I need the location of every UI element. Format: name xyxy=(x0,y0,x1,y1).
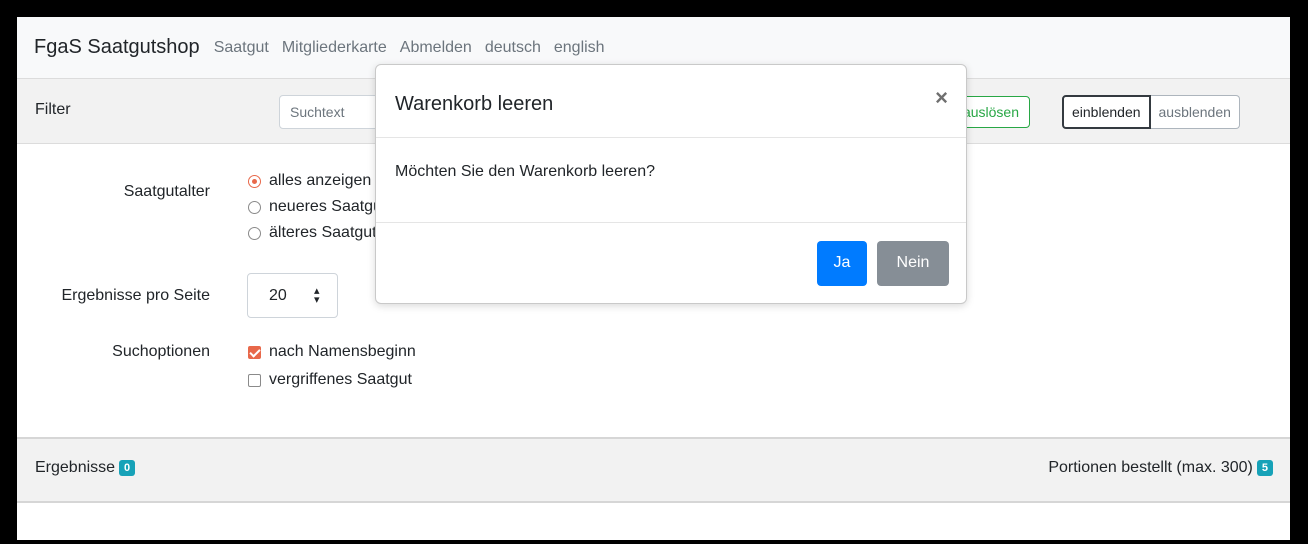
results-count-badge: 0 xyxy=(119,460,136,476)
yes-button[interactable]: Ja xyxy=(817,241,867,286)
nav-link-member-map[interactable]: Mitgliederkarte xyxy=(282,39,387,57)
per-page-label: Ergebnisse pro Seite xyxy=(61,287,210,304)
nav-link-seeds[interactable]: Saatgut xyxy=(214,39,269,57)
filter-visibility-toggle: einblenden ausblenden xyxy=(1062,95,1240,129)
modal-footer: Ja Nein xyxy=(376,222,966,304)
radio-option-older[interactable]: älteres Saatgut xyxy=(248,220,386,246)
modal-header: Warenkorb leeren × xyxy=(376,65,966,138)
nav-link-logout[interactable]: Abmelden xyxy=(400,39,472,57)
radio-label: alles anzeigen xyxy=(269,172,372,189)
checkbox-label: vergriffenes Saatgut xyxy=(269,371,412,388)
results-heading: Ergebnisse 0 xyxy=(35,459,136,477)
filter-title: Filter xyxy=(35,101,71,118)
radio-option-newer[interactable]: neueres Saatgut xyxy=(248,194,386,220)
radio-button[interactable] xyxy=(248,200,261,214)
nav-link-english[interactable]: english xyxy=(554,39,605,57)
radio-option-all[interactable]: alles anzeigen xyxy=(248,168,386,194)
show-filter-button[interactable]: einblenden xyxy=(1062,95,1151,129)
app-window: FgaS Saatgutshop Saatgut Mitgliederkarte… xyxy=(17,17,1290,540)
portions-label: Portionen bestellt (max. 300) xyxy=(1048,459,1253,476)
checkbox-option-name-start[interactable]: nach Namensbeginn xyxy=(248,338,416,366)
per-page-select[interactable]: 20 ▴ ▾ xyxy=(247,273,338,318)
checkbox-label: nach Namensbeginn xyxy=(269,343,416,360)
per-page-value: 20 xyxy=(269,287,287,304)
radio-button-checked[interactable] xyxy=(248,174,261,188)
search-options-group: nach Namensbeginn vergriffenes Saatgut xyxy=(248,338,416,394)
checkbox-option-out-of-stock[interactable]: vergriffenes Saatgut xyxy=(248,366,416,394)
results-bar: Ergebnisse 0 Portionen bestellt (max. 30… xyxy=(17,437,1290,503)
radio-label: älteres Saatgut xyxy=(269,224,377,241)
hide-filter-button[interactable]: ausblenden xyxy=(1150,95,1240,129)
brand-link[interactable]: FgaS Saatgutshop xyxy=(34,36,200,59)
modal-body-text: Möchten Sie den Warenkorb leeren? xyxy=(395,163,655,180)
checkbox[interactable] xyxy=(248,373,261,387)
search-options-label: Suchoptionen xyxy=(112,343,210,360)
portions-heading: Portionen bestellt (max. 300) 5 xyxy=(1048,459,1273,477)
seed-age-radio-group: alles anzeigen neueres Saatgut älteres S… xyxy=(248,168,386,246)
radio-label: neueres Saatgut xyxy=(269,198,387,215)
results-label: Ergebnisse xyxy=(35,459,116,476)
close-icon[interactable]: × xyxy=(935,87,948,109)
select-arrows-icon: ▴ ▾ xyxy=(314,285,320,306)
portions-count-badge: 5 xyxy=(1256,460,1273,476)
empty-cart-modal: Warenkorb leeren × Möchten Sie den Waren… xyxy=(375,64,967,304)
checkbox-checked[interactable] xyxy=(248,345,261,359)
no-button[interactable]: Nein xyxy=(877,241,949,286)
radio-button[interactable] xyxy=(248,226,261,240)
seed-age-label: Saatgutalter xyxy=(123,183,210,200)
nav-link-german[interactable]: deutsch xyxy=(485,39,541,57)
modal-title: Warenkorb leeren xyxy=(395,93,554,115)
